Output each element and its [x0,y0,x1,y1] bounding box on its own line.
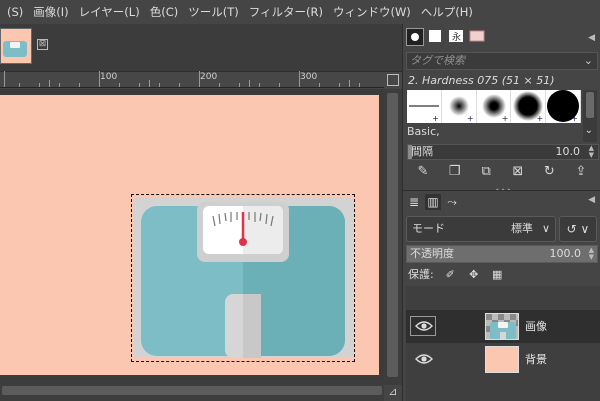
layer-mode-row: モード 標準 ∨ ↺ ∨ [406,216,598,242]
edit-brush-icon[interactable]: ✎ [415,164,431,180]
current-brush-name: 2. Hardness 075 (51 × 51) [408,74,555,87]
layer-row-image[interactable]: 画像 [406,310,600,343]
layers-tab-icon[interactable]: ≣ [406,194,422,210]
brush-hardness-075[interactable]: + [511,90,547,123]
spin-arrows-icon[interactable]: ▲ ▼ [589,145,594,159]
spacing-label: 間隔 [411,145,433,158]
close-tab-icon[interactable]: ⊠ [37,39,48,50]
menu-colors[interactable]: 色(C) [145,4,184,20]
paths-tab-icon[interactable]: ⤳ [444,194,460,210]
layer-dock-tabs: ≣ ▥ ⤳ ◀ [403,190,600,212]
spin-arrows-icon[interactable]: ▲ ▼ [589,247,594,261]
horizontal-ruler: 100 200 300 [0,71,384,88]
lock-position-icon[interactable]: ✥ [467,266,481,284]
menu-select[interactable]: (S) [2,5,28,19]
brush-soft-medium[interactable]: + [477,90,512,123]
brushes-tab[interactable] [406,28,424,46]
menu-windows[interactable]: ウィンドウ(W) [328,4,416,20]
visibility-eye-icon[interactable] [410,316,436,336]
menu-image[interactable]: 画像(I) [28,4,73,20]
link-chain-icon[interactable] [442,349,462,369]
layer-thumbnail-image [485,313,519,340]
brush-preset-row[interactable]: Basic, ⌄ [407,125,597,141]
image-tab-bar: ⊠ [0,24,402,72]
spacing-slider[interactable]: 間隔 10.0 ▲ ▼ [407,144,599,160]
lock-alpha-icon[interactable]: ▦ [490,266,504,284]
menu-layer[interactable]: レイヤー(L) [74,4,145,20]
brush-dock-tabs: 永 ◀ [403,26,600,50]
dock-menu-icon[interactable]: ◀ [588,33,595,43]
refresh-brushes-icon[interactable]: ↻ [541,164,557,180]
composite-mode-button[interactable]: ↺ ∨ [559,216,597,242]
mode-label: モード [412,222,445,235]
layer-boundary [131,194,355,362]
menu-filters[interactable]: フィルター(R) [244,4,328,20]
brush-hard-large[interactable]: + [546,90,581,123]
patterns-tab[interactable] [427,28,445,46]
lock-pixels-icon[interactable]: ✐ [443,266,457,284]
tag-search-input[interactable]: タグで検索 ⌄ [406,52,598,70]
fonts-tab[interactable]: 永 [448,28,466,46]
image-tab-thumbnail[interactable] [0,28,32,64]
link-chain-icon[interactable] [442,316,462,336]
ruler-label-300: 300 [300,72,318,82]
opacity-label: 不透明度 [410,247,454,260]
brush-soft-small[interactable]: + [442,90,477,123]
brush-grid: + + + + + [407,90,581,123]
brush-preset-label: Basic, [407,125,440,138]
ruler-label-100: 100 [100,72,118,82]
mode-value: 標準 [511,222,533,235]
navigate-icon[interactable]: ⊿ [384,385,402,401]
layer-thumbnail-background [485,346,519,373]
open-brush-as-image-icon[interactable]: ⇪ [573,164,589,180]
delete-brush-icon[interactable]: ⊠ [510,164,526,180]
brush-actions: ✎ ❐ ⧉ ⊠ ↻ ⇪ [407,164,597,184]
layers-list: 画像 背景 [406,286,600,401]
menu-tools[interactable]: ツール(T) [183,4,244,20]
lock-label: 保護: [408,268,434,281]
brush-pixel[interactable]: + [407,90,442,123]
layer-name-background: 背景 [525,353,547,366]
chevron-down-icon[interactable]: ⌄ [585,125,593,136]
vertical-scrollbar[interactable] [384,89,402,385]
spacing-value: 10.0 [555,145,581,158]
dock-menu-icon[interactable]: ◀ [588,195,595,205]
chevron-down-icon[interactable]: ⌄ [584,53,593,69]
opacity-value: 100.0 [549,247,582,260]
layer-name-image: 画像 [525,320,547,333]
channels-tab-icon[interactable]: ▥ [425,194,441,210]
visibility-eye-icon[interactable] [410,349,436,369]
menu-help[interactable]: ヘルプ(H) [416,4,478,20]
document-history-tab[interactable] [469,28,487,46]
ruler-label-200: 200 [200,72,218,82]
zoom-to-fit-button[interactable] [384,72,402,88]
duplicate-brush-icon[interactable]: ⧉ [478,164,494,180]
horizontal-scrollbar[interactable] [0,380,384,401]
layer-row-background[interactable]: 背景 [406,343,600,376]
chevron-down-icon: ∨ [541,222,550,235]
svg-text:永: 永 [452,31,461,43]
right-dock: 永 ◀ タグで検索 ⌄ 2. Hardness 075 (51 × 51) + … [402,24,600,401]
lock-row: 保護: ✐ ✥ ▦ [408,266,598,284]
layer-mode-select[interactable]: モード 標準 ∨ [406,216,556,242]
new-brush-icon[interactable]: ❐ [447,164,463,180]
menu-bar: (S) 画像(I) レイヤー(L) 色(C) ツール(T) フィルター(R) ウ… [0,0,600,24]
opacity-slider[interactable]: 不透明度 100.0 ▲ ▼ [406,245,598,263]
